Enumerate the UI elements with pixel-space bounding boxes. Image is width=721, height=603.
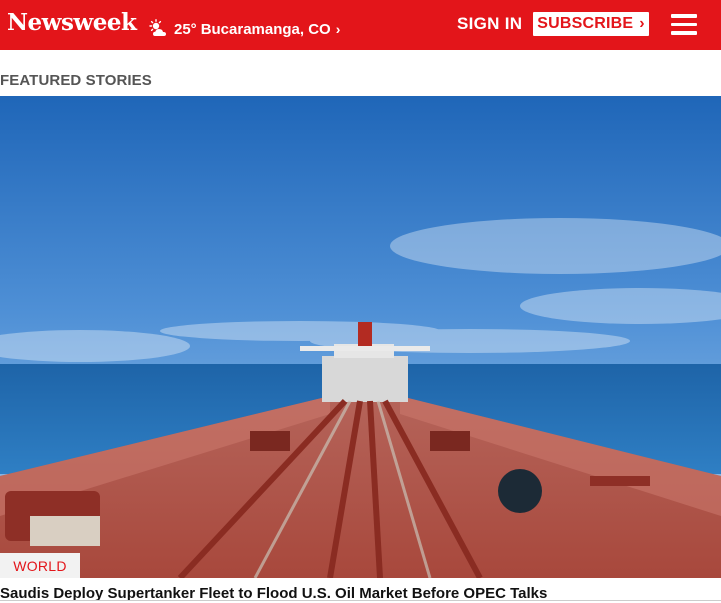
category-tag[interactable]: WORLD <box>0 553 80 578</box>
chevron-right-icon: › <box>639 15 645 32</box>
subscribe-label: SUBSCRIBE <box>537 15 634 32</box>
featured-story-image[interactable] <box>0 96 721 578</box>
divider <box>0 600 721 601</box>
weather-widget[interactable]: 25° Bucaramanga, CO › <box>148 18 340 40</box>
newsweek-logo[interactable]: Newsweek <box>7 9 137 36</box>
partly-cloudy-icon <box>148 19 170 39</box>
section-title: FEATURED STORIES <box>0 72 152 89</box>
chevron-right-icon: › <box>335 21 341 37</box>
weather-temperature: 25° <box>174 20 197 38</box>
weather-location: Bucaramanga, CO <box>200 20 331 38</box>
subscribe-button[interactable]: SUBSCRIBE › <box>533 12 649 36</box>
top-navigation-bar: Newsweek 25° Bucaramanga, CO › SIGN IN S… <box>0 0 721 50</box>
sign-in-link[interactable]: SIGN IN <box>457 14 522 34</box>
hamburger-menu-icon[interactable] <box>671 14 697 36</box>
